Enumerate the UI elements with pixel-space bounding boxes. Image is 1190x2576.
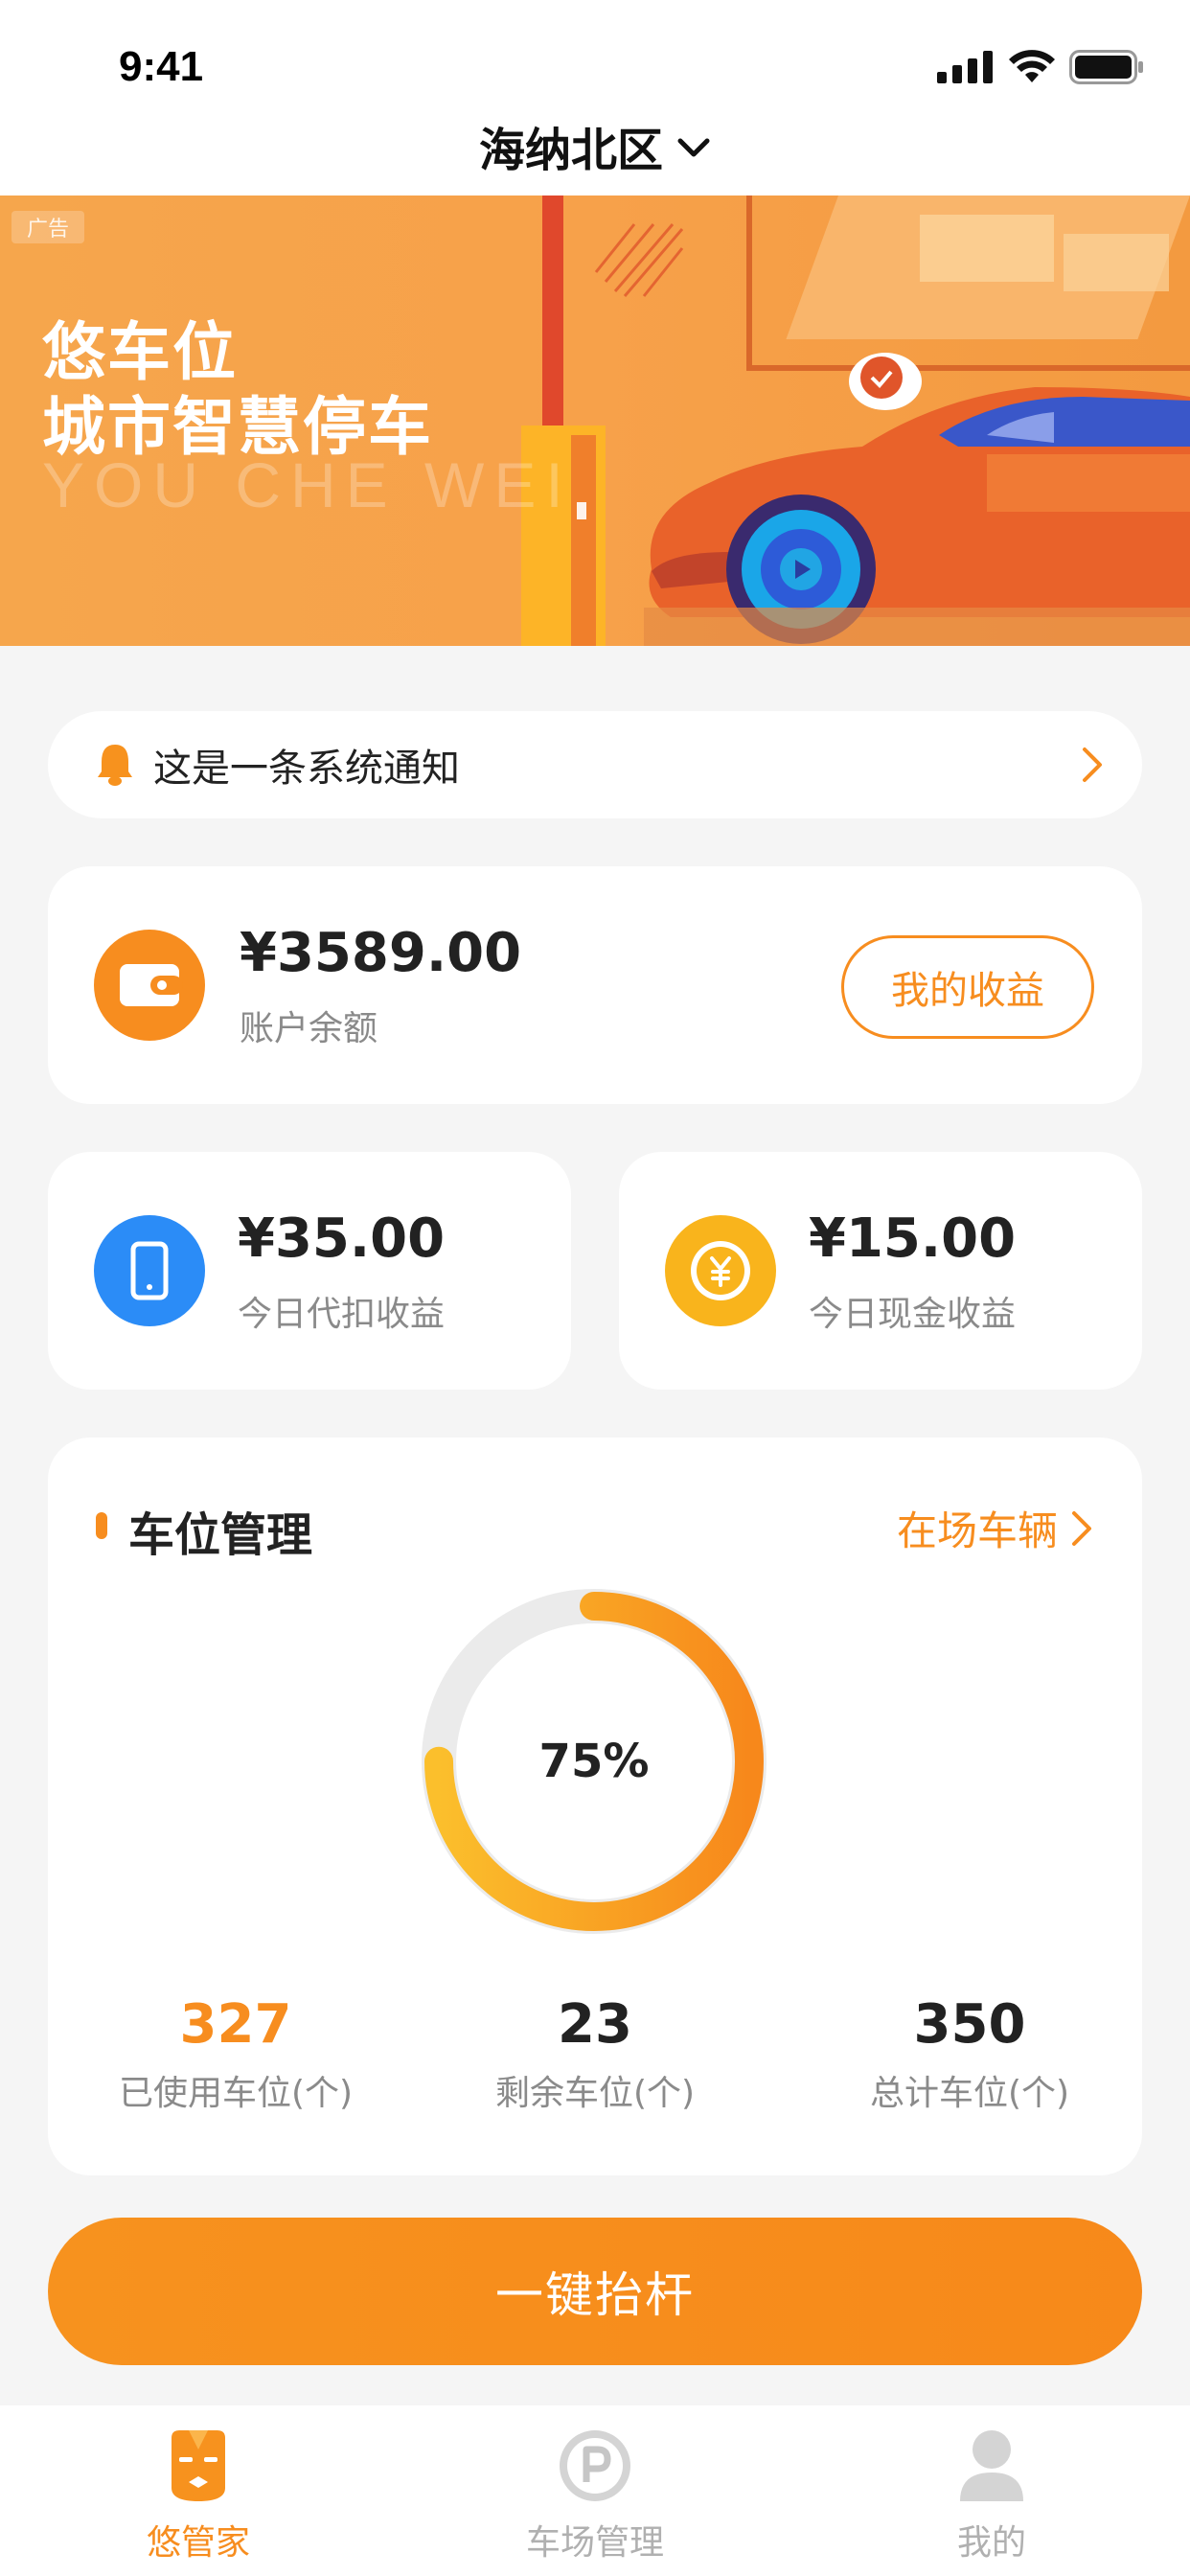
vehicles-onsite-link[interactable]: 在场车辆 xyxy=(897,1499,1094,1557)
bell-icon xyxy=(98,745,132,786)
chevron-down-icon[interactable] xyxy=(676,137,711,160)
one-click-lift-button[interactable]: 一键抬杆 xyxy=(48,2218,1142,2365)
banner-english-text: YOU CHE WEI xyxy=(42,449,573,520)
tab-mine-label: 我的 xyxy=(956,2523,1026,2563)
status-time: 9:41 xyxy=(119,43,204,90)
withholding-income-card: ¥35.00 今日代扣收益 xyxy=(48,1152,571,1390)
chevron-right-icon xyxy=(1083,748,1102,782)
phone-icon xyxy=(94,1215,205,1326)
yen-coin-icon xyxy=(665,1215,776,1326)
tab-lot-management-label: 车场管理 xyxy=(525,2523,664,2563)
ad-banner[interactable]: 广告 悠车位 城市智慧停车 YOU CHE WEI xyxy=(0,196,1190,646)
used-spaces-stat: 327 已使用车位(个) xyxy=(73,1993,399,2115)
header: 海纳北区 xyxy=(0,96,1190,196)
total-spaces-label: 总计车位(个) xyxy=(869,2074,1070,2113)
section-title: 车位管理 xyxy=(128,1508,313,1562)
status-bar: 9:41 xyxy=(0,0,1190,105)
used-spaces-label: 已使用车位(个) xyxy=(118,2074,354,2113)
balance-label: 账户余额 xyxy=(240,1009,378,1048)
wallet-icon xyxy=(94,930,205,1041)
butler-icon xyxy=(172,2430,225,2501)
balance-amount: ¥3589.00 xyxy=(240,922,522,984)
notice-text: 这是一条系统通知 xyxy=(153,747,460,791)
cash-income-label: 今日现金收益 xyxy=(809,1295,1017,1334)
tab-bar: 悠管家 车场管理 我的 xyxy=(0,2405,1190,2576)
parking-management-card: 车位管理 在场车辆 75% 327 已使用车位(个) 23 剩余车位(个) 35… xyxy=(48,1438,1142,2175)
battery-icon xyxy=(1069,50,1143,84)
signal-icon xyxy=(937,51,993,83)
wifi-icon xyxy=(1009,50,1055,82)
withholding-income-label: 今日代扣收益 xyxy=(238,1295,446,1334)
parking-p-icon xyxy=(560,2430,630,2501)
status-icons xyxy=(937,50,1144,84)
tab-mine[interactable]: 我的 xyxy=(793,2405,1190,2576)
usage-percent: 75% xyxy=(538,1735,650,1788)
balance-card: ¥3589.00 账户余额 我的收益 xyxy=(48,866,1142,1104)
cash-income-card: ¥15.00 今日现金收益 xyxy=(619,1152,1142,1390)
my-earnings-button[interactable]: 我的收益 xyxy=(841,935,1094,1039)
total-spaces-value: 350 xyxy=(913,1993,1026,2056)
section-marker xyxy=(96,1512,107,1539)
total-spaces-stat: 350 总计车位(个) xyxy=(807,1993,1133,2115)
location-selector[interactable]: 海纳北区 xyxy=(479,112,663,179)
tab-lot-management[interactable]: 车场管理 xyxy=(397,2405,793,2576)
used-spaces-value: 327 xyxy=(179,1993,292,2056)
vehicles-onsite-label: 在场车辆 xyxy=(896,1507,1058,1554)
tab-butler-label: 悠管家 xyxy=(146,2523,250,2563)
cash-income-amount: ¥15.00 xyxy=(809,1208,1017,1270)
ad-tag: 广告 xyxy=(11,211,84,243)
system-notice[interactable]: 这是一条系统通知 xyxy=(48,711,1142,818)
remaining-spaces-stat: 23 剩余车位(个) xyxy=(432,1993,758,2115)
tab-butler[interactable]: 悠管家 xyxy=(0,2405,397,2576)
user-icon xyxy=(960,2430,1023,2501)
chevron-right-icon xyxy=(1072,1510,1091,1546)
remaining-spaces-label: 剩余车位(个) xyxy=(494,2074,696,2113)
remaining-spaces-value: 23 xyxy=(558,1993,632,2056)
withholding-income-amount: ¥35.00 xyxy=(238,1208,446,1270)
